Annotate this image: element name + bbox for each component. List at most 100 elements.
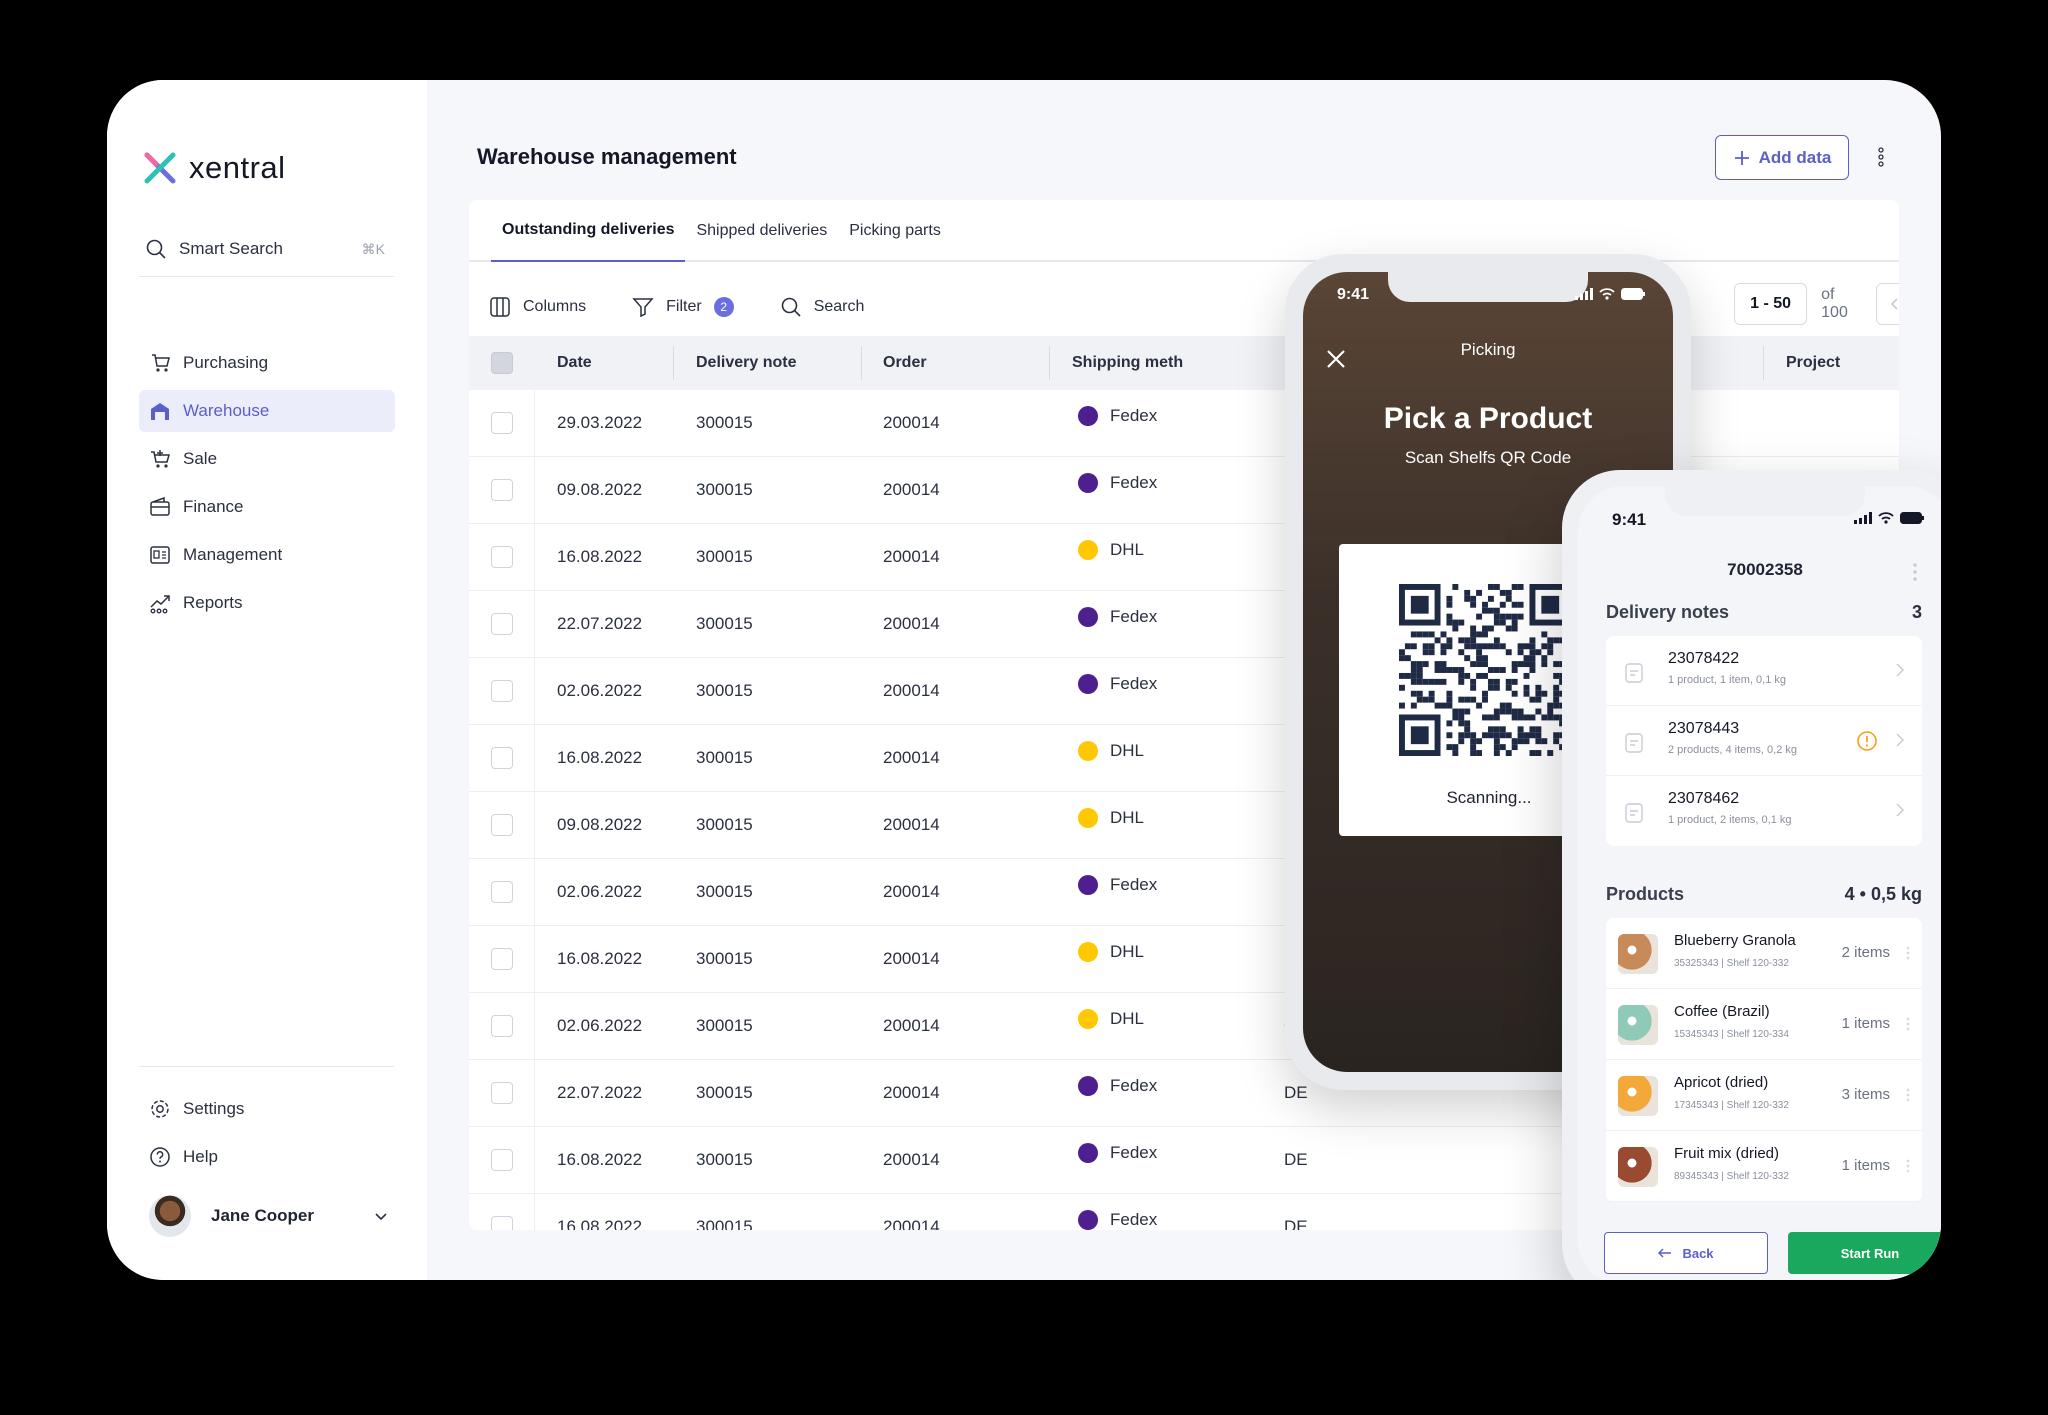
- tab-shipped-deliveries[interactable]: Shipped deliveries: [685, 200, 838, 262]
- row-checkbox[interactable]: [490, 1082, 513, 1104]
- row-select-cell: [469, 859, 535, 925]
- cell-order: 200014: [883, 480, 940, 499]
- delivery-note-item[interactable]: 23078422 1 product, 1 item, 0,1 kg: [1606, 636, 1922, 706]
- select-all-checkbox[interactable]: [491, 352, 513, 374]
- sidebar-item-sale[interactable]: Sale: [139, 438, 395, 480]
- carrier-name: DHL: [1110, 942, 1145, 961]
- cell-carrier: Fedex: [1078, 450, 1157, 516]
- product-thumbnail: [1618, 934, 1658, 974]
- signal-icon: [1854, 512, 1872, 524]
- sidebar-item-settings[interactable]: Settings: [139, 1088, 395, 1130]
- cell-delivery-note: 300015: [696, 614, 753, 633]
- columns-button[interactable]: Columns: [489, 296, 586, 318]
- prev-page-button[interactable]: [1875, 283, 1899, 325]
- row-checkbox[interactable]: [490, 1015, 513, 1037]
- row-checkbox[interactable]: [490, 814, 513, 836]
- tab-outstanding-deliveries[interactable]: Outstanding deliveries: [491, 200, 686, 262]
- column-header-delivery-note[interactable]: Delivery note: [696, 336, 796, 390]
- delivery-notes-title: Delivery notes: [1606, 602, 1730, 622]
- product-item[interactable]: Fruit mix (dried) 89345343 | Shelf 120-33…: [1606, 1131, 1922, 1202]
- back-button[interactable]: Back: [1604, 1232, 1768, 1274]
- chevron-right-icon: [1896, 803, 1905, 817]
- cell-delivery-note: 300015: [696, 480, 753, 499]
- row-checkbox[interactable]: [490, 613, 513, 635]
- column-header-project[interactable]: Project: [1786, 336, 1840, 390]
- carrier-name: Fedex: [1110, 1210, 1158, 1229]
- fedex-logo-icon: [1078, 1143, 1098, 1163]
- dhl-logo-icon: [1078, 540, 1098, 560]
- row-checkbox[interactable]: [490, 479, 513, 501]
- sidebar-item-help[interactable]: Help: [139, 1136, 395, 1178]
- delivery-note-item[interactable]: 23078462 1 product, 2 items, 0,1 kg: [1606, 776, 1922, 846]
- product-item[interactable]: Coffee (Brazil) 15345343 | Shelf 120-334 1…: [1606, 989, 1922, 1060]
- row-checkbox[interactable]: [490, 412, 513, 434]
- carrier-name: Fedex: [1110, 607, 1158, 626]
- row-checkbox[interactable]: [490, 680, 513, 702]
- search-icon: [781, 297, 801, 317]
- fedex-logo-icon: [1078, 875, 1098, 895]
- cell-date: 09.08.2022: [557, 815, 643, 834]
- cell-carrier: Fedex: [1078, 1120, 1157, 1186]
- row-checkbox[interactable]: [490, 881, 513, 903]
- row-checkbox[interactable]: [490, 546, 513, 568]
- cell-country: DE: [1284, 1217, 1308, 1230]
- more-vertical-icon[interactable]: [1877, 146, 1885, 168]
- logo[interactable]: xentral: [143, 150, 286, 186]
- tab-picking-parts[interactable]: Picking parts: [838, 200, 952, 262]
- tab-bar: Outstanding deliveries Shipped deliverie…: [469, 200, 1899, 262]
- sidebar-item-label: Warehouse: [183, 401, 270, 420]
- cell-carrier: DHL: [1078, 919, 1144, 985]
- cell-order: 200014: [883, 1150, 940, 1169]
- filter-button[interactable]: Filter 2: [632, 296, 734, 318]
- chevron-left-icon: [1890, 298, 1898, 310]
- product-item[interactable]: Blueberry Granola 35325343 | Shelf 120-33…: [1606, 918, 1922, 989]
- wifi-icon: [1878, 512, 1894, 524]
- cell-country: DE: [1284, 1150, 1308, 1169]
- row-checkbox[interactable]: [490, 747, 513, 769]
- carrier-name: Fedex: [1110, 674, 1158, 693]
- sidebar-item-warehouse[interactable]: Warehouse: [139, 390, 395, 432]
- dhl-logo-icon: [1078, 741, 1098, 761]
- more-vertical-icon[interactable]: [1906, 946, 1910, 960]
- cell-order: 200014: [883, 1217, 940, 1230]
- column-separator: [1049, 346, 1050, 380]
- search-shortcut: ⌘K: [361, 240, 385, 257]
- smart-search[interactable]: Smart Search ⌘K: [145, 228, 385, 270]
- product-item[interactable]: Apricot (dried) 17345343 | Shelf 120-332 3…: [1606, 1060, 1922, 1131]
- column-header-date[interactable]: Date: [557, 336, 592, 390]
- cell-delivery-note: 300015: [696, 815, 753, 834]
- dhl-logo-icon: [1078, 1009, 1098, 1029]
- delivery-note-item[interactable]: 23078443 2 products, 4 items, 0,2 kg: [1606, 706, 1922, 776]
- carrier-name: DHL: [1110, 808, 1145, 827]
- cell-date: 16.08.2022: [557, 547, 643, 566]
- sidebar-item-reports[interactable]: Reports: [139, 582, 395, 624]
- status-time: 9:41: [1612, 510, 1647, 529]
- cell-carrier: Fedex: [1078, 584, 1157, 650]
- more-vertical-icon[interactable]: [1906, 1159, 1910, 1173]
- row-checkbox[interactable]: [490, 1216, 513, 1230]
- row-checkbox[interactable]: [490, 948, 513, 970]
- sidebar-item-finance[interactable]: Finance: [139, 486, 395, 528]
- delivery-note-meta: 2 products, 4 items, 0,2 kg: [1668, 744, 1798, 756]
- column-header-shipping-method[interactable]: Shipping meth: [1072, 336, 1183, 390]
- add-data-button[interactable]: Add data: [1715, 135, 1849, 180]
- cell-date: 29.03.2022: [557, 413, 643, 432]
- more-vertical-icon[interactable]: [1906, 1017, 1910, 1031]
- table-search-button[interactable]: Search: [780, 296, 864, 318]
- row-select-cell: [469, 792, 535, 858]
- product-thumbnail: [1618, 1005, 1658, 1045]
- cell-carrier: Fedex: [1078, 852, 1157, 918]
- column-header-order[interactable]: Order: [883, 336, 927, 390]
- more-vertical-icon[interactable]: [1912, 562, 1918, 582]
- user-menu[interactable]: Jane Cooper: [149, 1194, 389, 1238]
- page-range-select[interactable]: 1 - 50: [1734, 283, 1808, 325]
- row-checkbox[interactable]: [490, 1149, 513, 1171]
- start-run-button[interactable]: Start Run: [1788, 1232, 1941, 1274]
- sidebar-item-purchasing[interactable]: Purchasing: [139, 342, 395, 384]
- more-vertical-icon[interactable]: [1906, 1088, 1910, 1102]
- column-separator: [673, 346, 674, 380]
- row-select-cell: [469, 926, 535, 992]
- cell-date: 16.08.2022: [557, 1150, 643, 1169]
- sidebar-item-management[interactable]: Management: [139, 534, 395, 576]
- sidebar: xentral Smart Search ⌘K Purchasing Wareh…: [107, 80, 427, 1280]
